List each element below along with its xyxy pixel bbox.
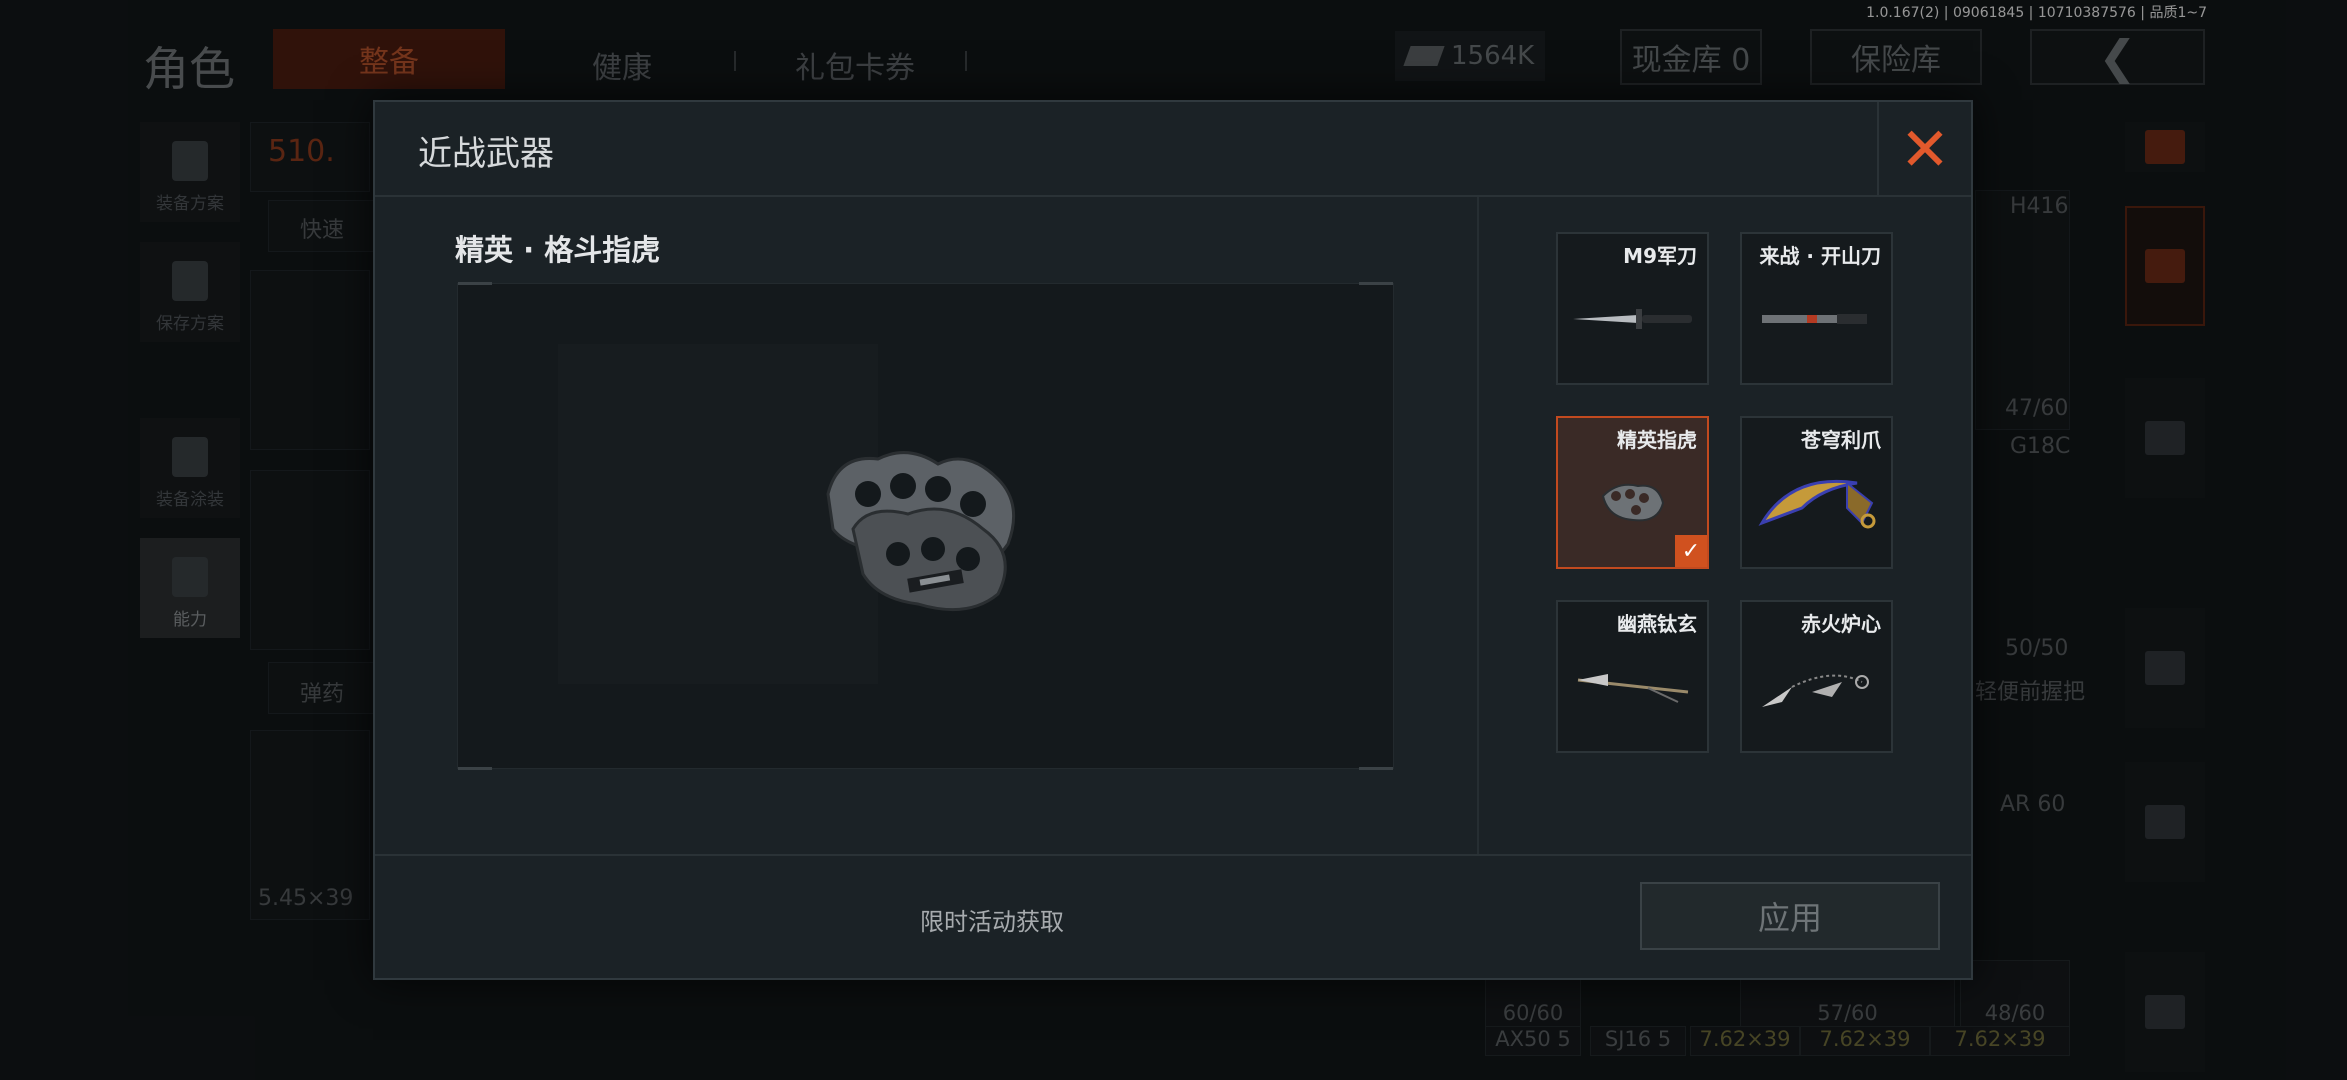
weapon-slot-karambit[interactable]: 苍穹利爪: [1740, 416, 1893, 569]
close-icon: ✕: [1899, 114, 1951, 185]
weapon-slot-m9[interactable]: M9军刀: [1556, 232, 1709, 385]
corner-mark: [458, 282, 492, 285]
game-screen: 1.0.167(2) | 09061845 | 10710387576 | 品质…: [0, 0, 2347, 1080]
weapon-slot-chihuo-heart[interactable]: 赤火炉心: [1740, 600, 1893, 753]
karambit-icon: [1742, 448, 1891, 558]
chain-blade-icon: [1742, 632, 1891, 742]
dialog-header: 近战武器 ✕: [375, 102, 1971, 197]
weapon-preview[interactable]: [457, 282, 1394, 770]
dialog-footer: 限时活动获取 应用: [375, 854, 1971, 980]
panel-divider: [1477, 197, 1479, 854]
apply-button[interactable]: 应用: [1640, 882, 1940, 950]
corner-mark: [1359, 282, 1393, 285]
weapon-slot-machete[interactable]: 来战 · 开山刀: [1740, 232, 1893, 385]
checkmark-icon: ✓: [1675, 535, 1707, 567]
close-button[interactable]: ✕: [1877, 102, 1971, 197]
bayonet-icon: [1558, 264, 1707, 374]
acquisition-source: 限时活动获取: [920, 908, 1064, 936]
corner-mark: [458, 767, 492, 770]
preview-area: 精英 · 格斗指虎: [375, 197, 1477, 854]
brass-knuckles-image: [826, 451, 1016, 612]
selected-weapon-name: 精英 · 格斗指虎: [455, 233, 661, 267]
dialog-title: 近战武器: [418, 134, 554, 174]
corner-mark: [1359, 767, 1393, 770]
weapon-slot-youyan-spear[interactable]: 幽燕钛玄: [1556, 600, 1709, 753]
melee-weapon-dialog: 近战武器 ✕ 精英 · 格斗指虎 M9军刀 来战 · 开山刀 精英指虎 ✓ 苍穹…: [373, 100, 1973, 980]
spear-icon: [1558, 632, 1707, 742]
machete-icon: [1742, 264, 1891, 374]
weapon-slot-elite-knuckles[interactable]: 精英指虎 ✓: [1556, 416, 1709, 569]
